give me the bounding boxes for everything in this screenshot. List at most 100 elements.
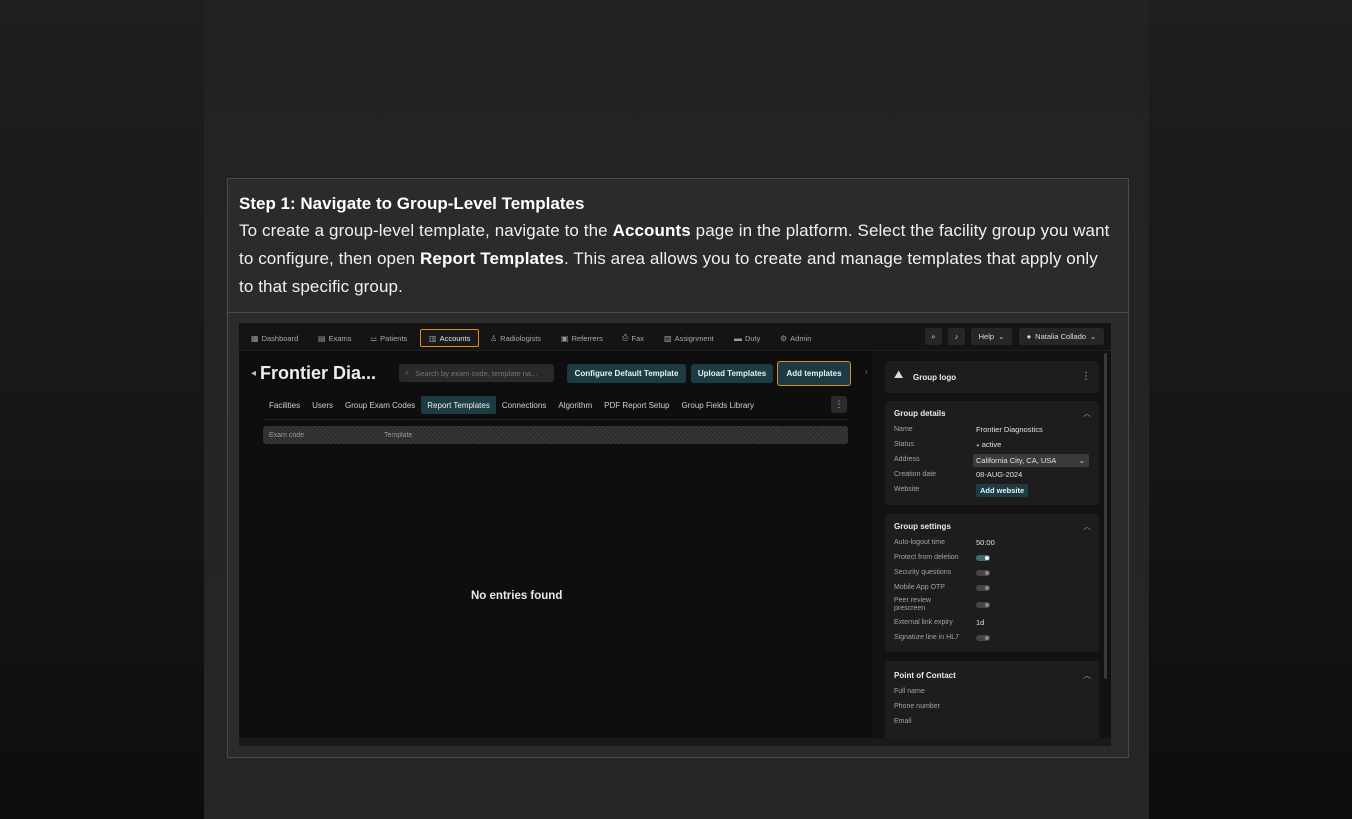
user-menu[interactable]: ● Natalia Collado ⌄ <box>1019 328 1104 345</box>
nav-exams[interactable]: ▤ Exams <box>318 331 351 345</box>
peer-review-toggle[interactable] <box>976 602 990 608</box>
chevron-down-icon: ⌄ <box>1090 332 1097 341</box>
group-logo-title: Group logo <box>913 373 957 382</box>
add-templates-button[interactable]: Add templates <box>777 361 851 386</box>
nav-referrers[interactable]: ▣ Referrers <box>561 331 603 345</box>
accounts-icon: ▥ <box>429 333 437 343</box>
address-label: Address <box>894 456 920 463</box>
help-label: Help <box>978 332 995 341</box>
group-settings-title: Group settings <box>894 522 951 531</box>
nav-accounts[interactable]: ▥ Accounts <box>420 329 480 347</box>
page-title: ◂ Frontier Dia... <box>251 363 376 384</box>
status-text: active <box>981 440 1002 449</box>
group-name: Frontier Dia... <box>260 363 377 383</box>
table-header: Exam code Template <box>263 426 848 444</box>
tab-algorithm[interactable]: Algorithm <box>552 396 598 414</box>
panel-scrollbar[interactable] <box>1104 353 1107 679</box>
bottom-strip <box>239 738 1111 746</box>
add-website-button[interactable]: Add website <box>976 484 1029 497</box>
tab-facilities[interactable]: Facilities <box>263 396 306 414</box>
mobile-otp-toggle[interactable] <box>976 585 990 591</box>
dashboard-icon: ▦ <box>251 333 259 343</box>
address-select[interactable]: California City, CA, USA ⌄ <box>973 454 1089 467</box>
point-of-contact-card: Point of Contact ︿ Full name Phone numbe… <box>885 661 1099 739</box>
upload-templates-button[interactable]: Upload Templates <box>691 364 773 383</box>
body-text: To create a group-level template, naviga… <box>239 221 613 240</box>
chevron-up-icon[interactable]: ︿ <box>1083 408 1091 419</box>
exams-icon: ▤ <box>318 333 326 343</box>
tab-users[interactable]: Users <box>306 396 339 414</box>
body-accounts: Accounts <box>612 221 691 240</box>
tab-group-exam-codes[interactable]: Group Exam Codes <box>339 396 421 414</box>
group-logo-card: ⛰ Group logo ⋮ <box>885 361 1099 393</box>
signature-hl7-toggle[interactable] <box>976 635 990 641</box>
chevron-down-icon: ⌄ <box>1078 456 1085 465</box>
nav-label: Duty <box>745 333 761 343</box>
chevron-up-icon[interactable]: ︿ <box>1083 670 1091 681</box>
security-questions-label: Security questions <box>894 569 952 576</box>
more-vertical-icon[interactable]: ⋮ <box>1081 371 1091 382</box>
status-value: ● active <box>976 440 1001 449</box>
creation-date-label: Creation date <box>894 471 937 478</box>
link-expiry-value: 1d <box>976 618 985 627</box>
nav-assignment[interactable]: ▧ Assignment <box>664 331 714 345</box>
tab-connections[interactable]: Connections <box>496 396 552 414</box>
search-button[interactable]: ⌕ <box>925 328 942 345</box>
empty-state: No entries found <box>471 590 563 602</box>
more-vertical-icon: ⋮ <box>834 399 844 409</box>
status-label: Status <box>894 441 914 448</box>
column-template[interactable]: Template <box>384 432 412 439</box>
chevron-down-icon: ⌄ <box>998 332 1005 341</box>
more-tabs-button[interactable]: ⋮ <box>831 396 847 413</box>
step-body: To create a group-level template, naviga… <box>239 217 1117 301</box>
nav-admin[interactable]: ⚙ Admin <box>780 331 811 345</box>
tabs-divider <box>263 419 848 420</box>
image-icon: ⛰ <box>894 369 904 381</box>
user-name: Natalia Collado <box>1035 332 1087 341</box>
bell-icon: ♪ <box>954 332 959 341</box>
top-navbar: ▦ Dashboard ▤ Exams ⚍ Patients ▥ Accounts ♙ R… <box>239 323 1111 351</box>
help-dropdown[interactable]: Help ⌄ <box>971 328 1012 345</box>
mobile-otp-label: Mobile App OTP <box>894 584 945 591</box>
chevron-up-icon[interactable]: ︿ <box>1083 521 1091 532</box>
nav-dashboard[interactable]: ▦ Dashboard <box>251 331 298 345</box>
group-details-card: Group details ︿ Name Frontier Diagnostic… <box>885 401 1099 505</box>
point-of-contact-title: Point of Contact <box>894 671 956 680</box>
nav-label: Radiologists <box>500 333 542 343</box>
name-value: Frontier Diagnostics <box>976 425 1043 434</box>
nav-fax[interactable]: ⎙ Fax <box>622 331 644 345</box>
search-input[interactable]: ⌕ Search by exam code, template na... <box>399 364 554 382</box>
nav-label: Assignment <box>674 333 714 343</box>
column-exam-code[interactable]: Exam code <box>269 432 304 439</box>
admin-icon: ⚙ <box>780 333 788 343</box>
tab-report-templates[interactable]: Report Templates <box>421 396 496 414</box>
peer-review-label: Peer review prescreen <box>894 597 931 612</box>
chevron-right-icon[interactable]: › <box>865 367 868 376</box>
tab-pdf-report-setup[interactable]: PDF Report Setup <box>598 396 675 414</box>
back-icon[interactable]: ◂ <box>251 368 256 379</box>
fax-icon: ⎙ <box>622 333 629 342</box>
protect-deletion-label: Protect from deletion <box>894 554 959 561</box>
website-label: Website <box>894 486 920 493</box>
patients-icon: ⚍ <box>370 333 378 343</box>
nav-label: Referrers <box>571 333 603 343</box>
status-dot-icon: ● <box>976 443 980 449</box>
tabs: Facilities Users Group Exam Codes Report… <box>263 395 760 415</box>
nav-patients[interactable]: ⚍ Patients <box>370 331 407 345</box>
nav-label: Dashboard <box>261 333 299 343</box>
link-expiry-label: External link expiry <box>894 619 953 626</box>
nav-radiologists[interactable]: ♙ Radiologists <box>490 331 541 345</box>
step-card: Step 1: Navigate to Group-Level Template… <box>227 178 1129 758</box>
body-report-templates: Report Templates <box>420 249 564 268</box>
notifications-button[interactable]: ♪ <box>948 328 965 345</box>
nav-label: Exams <box>328 333 352 343</box>
phone-label: Phone number <box>894 703 940 710</box>
protect-deletion-toggle[interactable] <box>976 555 990 561</box>
signature-hl7-label: Signature line in HL7 <box>894 634 959 641</box>
step-title: Step 1: Navigate to Group-Level Template… <box>239 194 585 213</box>
security-questions-toggle[interactable] <box>976 570 990 576</box>
tab-group-fields-library[interactable]: Group Fields Library <box>676 396 760 414</box>
nav-duty[interactable]: ▬ Duty <box>734 331 760 345</box>
radiologist-icon: ♙ <box>490 333 498 343</box>
configure-default-template-button[interactable]: Configure Default Template <box>567 364 686 383</box>
